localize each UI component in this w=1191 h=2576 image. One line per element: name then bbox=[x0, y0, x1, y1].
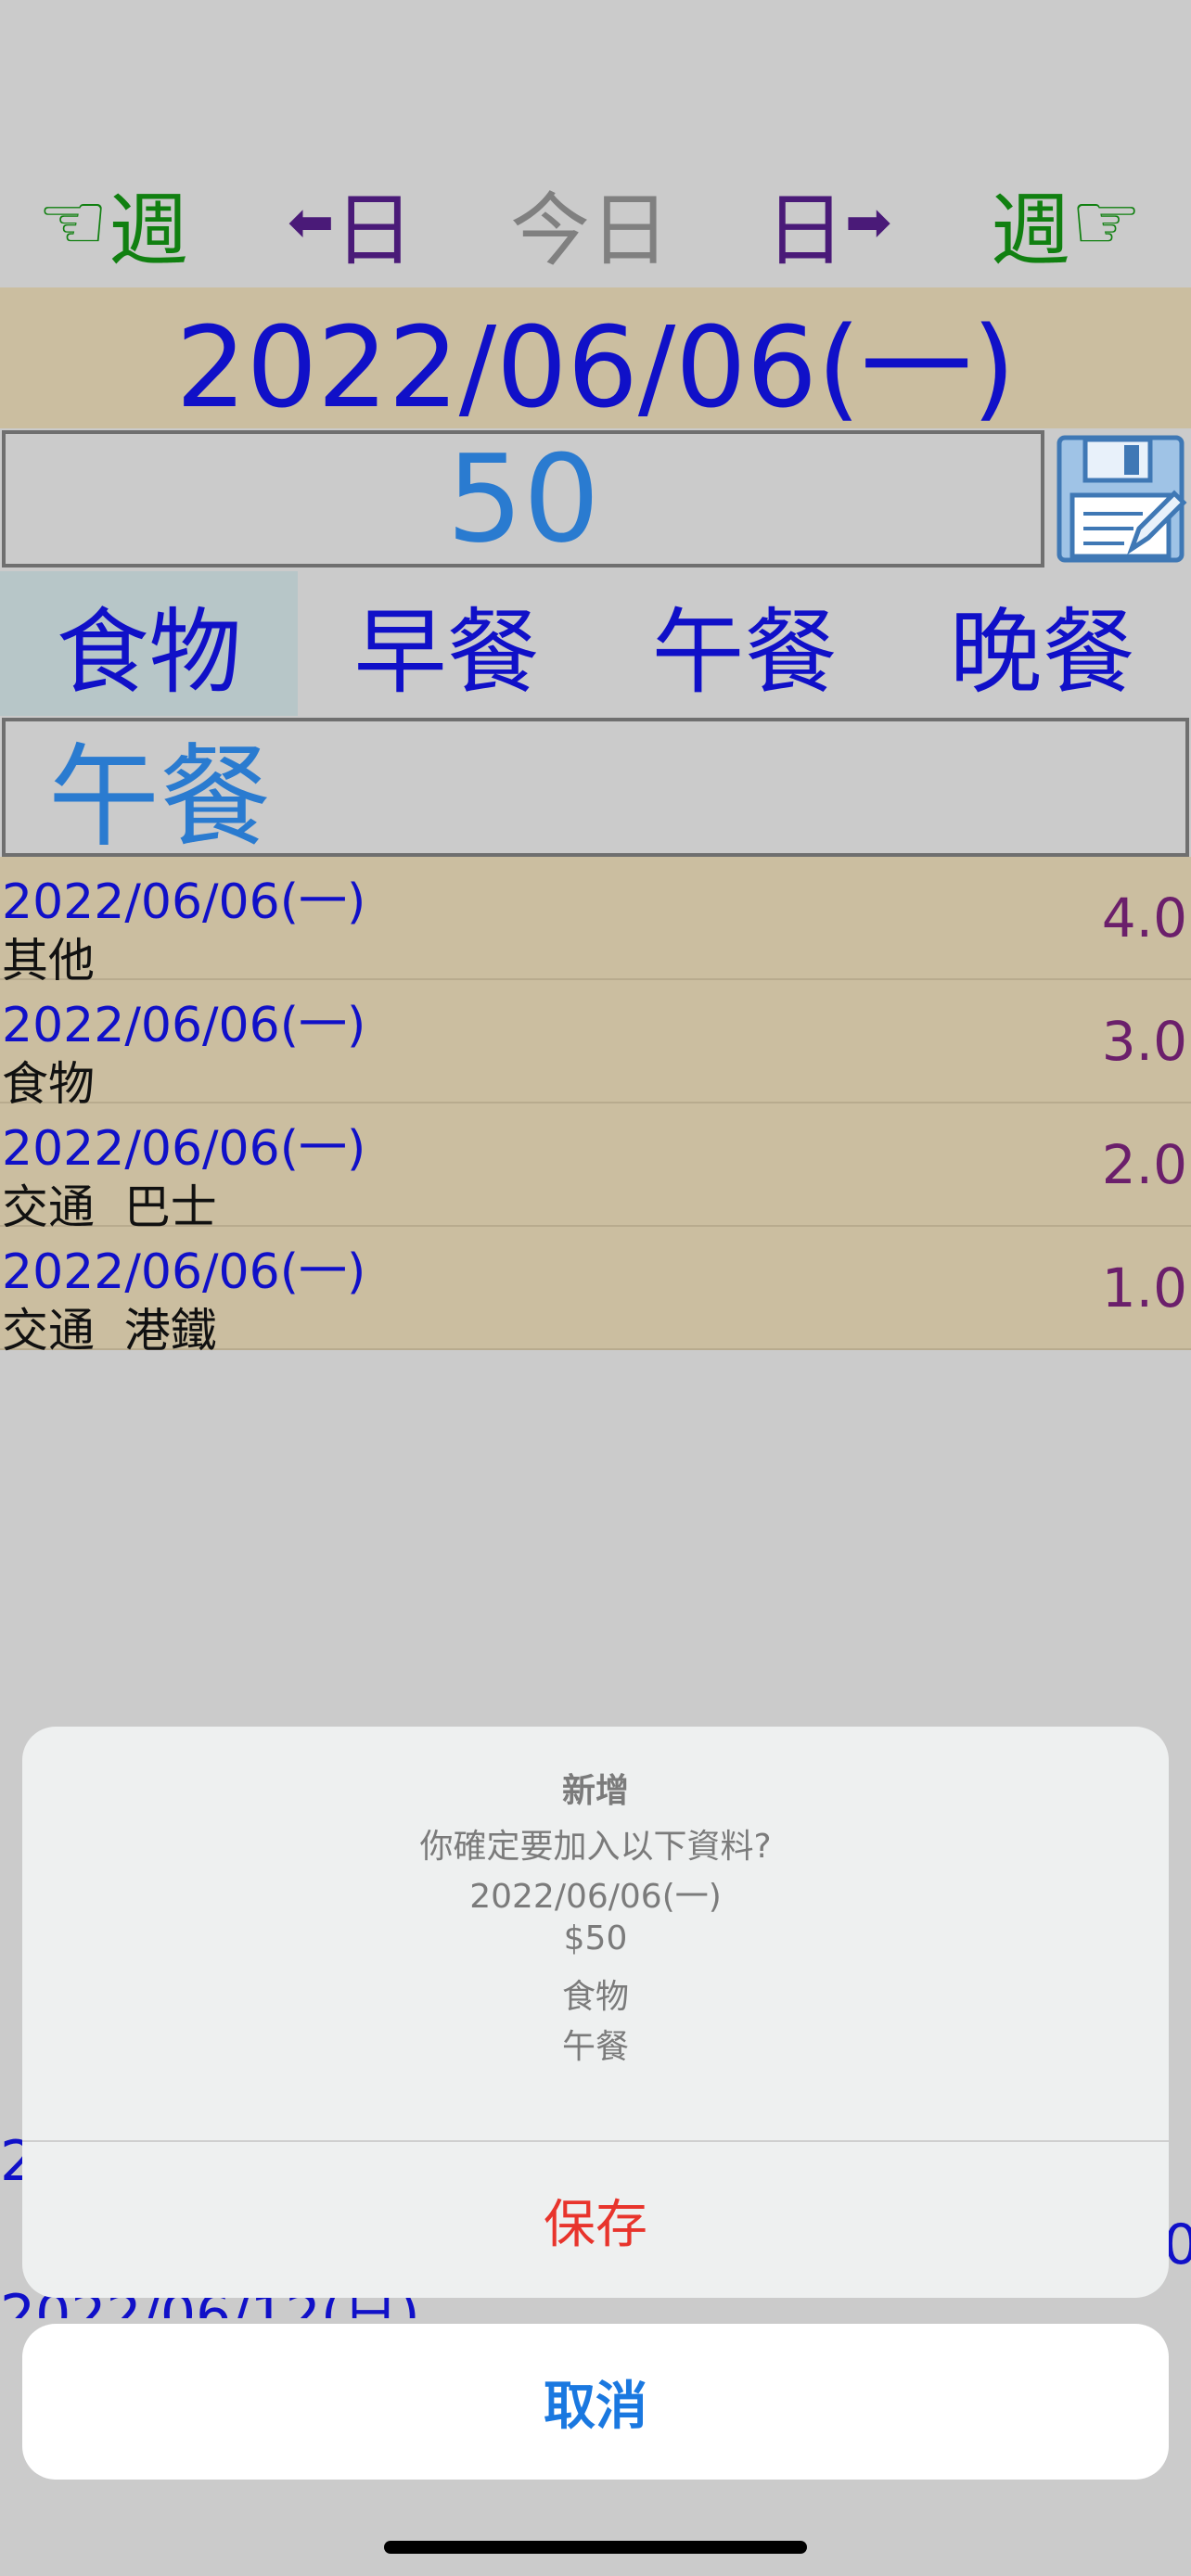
record-date: 2022/06/06(一) bbox=[2, 998, 366, 1053]
list-item[interactable]: 2022/06/06(一) 交通 巴士 2.0 bbox=[0, 1103, 1191, 1234]
date-display[interactable]: 2022/06/06(一) bbox=[0, 287, 1191, 433]
prev-day-button[interactable]: ⬅ 日 bbox=[288, 167, 414, 278]
list-item[interactable]: 2022/06/06(一) 食物 3.0 bbox=[0, 980, 1191, 1111]
record-date: 2022/06/06(一) bbox=[2, 1244, 366, 1300]
today-button[interactable]: 今日 bbox=[510, 167, 670, 278]
save-entry-button[interactable] bbox=[1054, 432, 1187, 566]
dialog-title: 新增 bbox=[561, 1772, 629, 1810]
category-tabs: 食物 早餐 午餐 晚餐 bbox=[0, 571, 1191, 716]
save-button[interactable]: 保存 bbox=[22, 2142, 1169, 2298]
cancel-button[interactable]: 取消 bbox=[22, 2324, 1169, 2480]
record-value: 2.0 bbox=[1101, 1133, 1187, 1196]
dialog-message-line: 2022/06/06(一) bbox=[469, 1878, 722, 1916]
floppy-edit-icon bbox=[1057, 435, 1187, 563]
records-list: 2022/06/06(一) 其他 4.0 2022/06/06(一) 食物 3.… bbox=[0, 857, 1191, 1358]
confirm-action-sheet: 新增 你確定要加入以下資料? 2022/06/06(一) $50 食物 午餐 保… bbox=[22, 1727, 1169, 2298]
tab-breakfast[interactable]: 早餐 bbox=[298, 571, 596, 716]
selected-subcategory-field[interactable]: 午餐 bbox=[2, 718, 1189, 862]
tab-lunch[interactable]: 午餐 bbox=[596, 571, 893, 716]
list-item[interactable]: 2022/06/06(一) 交通 港鐵 1.0 bbox=[0, 1227, 1191, 1358]
dialog-message-line: 食物 bbox=[561, 1978, 629, 2016]
dialog-message-line: $50 bbox=[563, 1919, 628, 1958]
pointing-right-hand-icon: ☞ bbox=[1070, 176, 1143, 269]
dialog-message-line: 你確定要加入以下資料? bbox=[419, 1828, 772, 1866]
record-value: 4.0 bbox=[1101, 886, 1187, 950]
next-day-label: 日 bbox=[765, 184, 845, 277]
prev-day-label: 日 bbox=[334, 184, 415, 277]
record-date: 2022/06/06(一) bbox=[2, 1121, 366, 1177]
prev-week-button[interactable]: ☜ 週 bbox=[37, 167, 188, 278]
next-week-button[interactable]: 週 ☞ bbox=[991, 167, 1142, 278]
home-indicator[interactable] bbox=[384, 2541, 807, 2554]
record-value: 3.0 bbox=[1101, 1010, 1187, 1073]
record-value: 1.0 bbox=[1101, 1256, 1187, 1320]
tab-dinner[interactable]: 晚餐 bbox=[893, 571, 1191, 716]
tab-food[interactable]: 食物 bbox=[0, 571, 298, 716]
prev-week-label: 週 bbox=[109, 184, 189, 277]
pointing-left-hand-icon: ☜ bbox=[37, 176, 109, 269]
record-category: 交通 港鐵 bbox=[2, 1304, 217, 1358]
dialog-message-line: 午餐 bbox=[561, 2028, 629, 2066]
list-item[interactable]: 2022/06/06(一) 其他 4.0 bbox=[0, 857, 1191, 988]
amount-field[interactable]: 50 bbox=[2, 428, 1044, 569]
right-arrow-icon: ➡ bbox=[845, 190, 892, 255]
next-week-label: 週 bbox=[991, 184, 1070, 277]
next-day-button[interactable]: 日 ➡ bbox=[765, 167, 891, 278]
record-date: 2022/06/06(一) bbox=[2, 874, 366, 930]
today-label: 今日 bbox=[510, 184, 670, 277]
left-arrow-icon: ⬅ bbox=[288, 190, 335, 255]
